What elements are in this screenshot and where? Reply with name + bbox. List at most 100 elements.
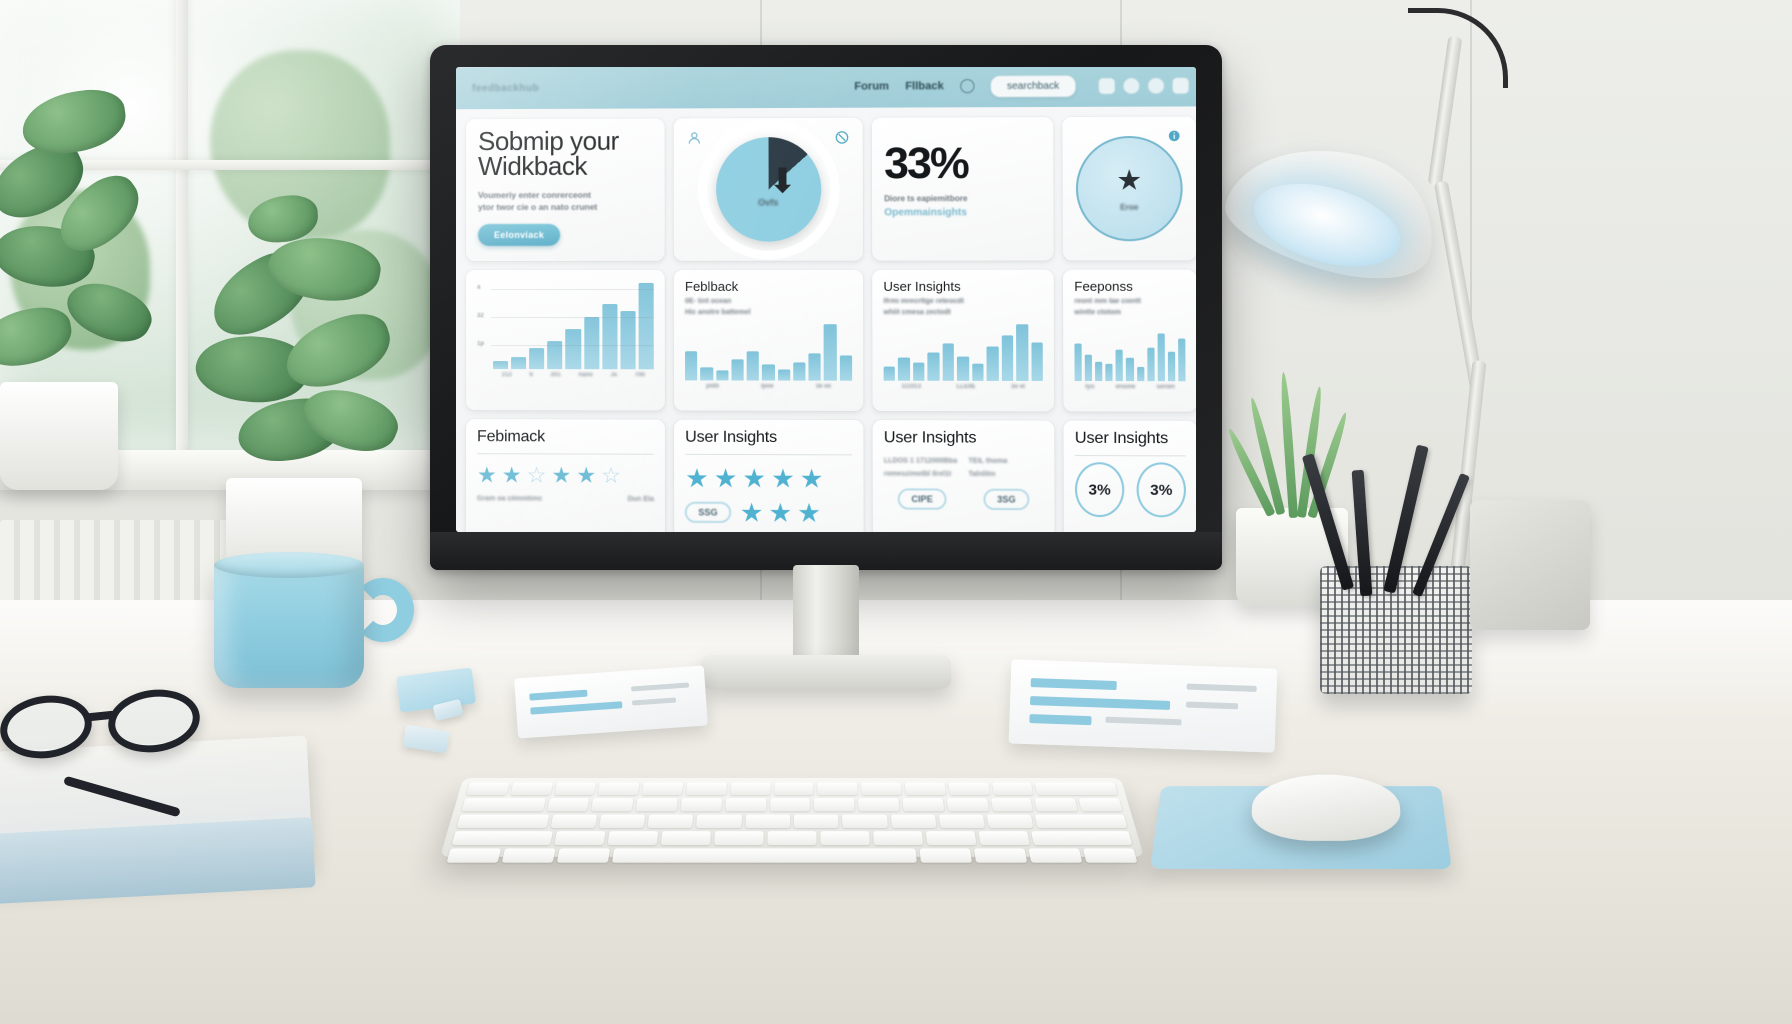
x-tick: 3o el — [1011, 383, 1026, 391]
mug-rim — [214, 552, 364, 578]
y-tick: 32 — [476, 313, 484, 320]
star-icon: ★ — [1116, 163, 1143, 196]
top-nav: Forum Fllback searchback — [854, 75, 1190, 98]
bottom-card-insights-1[interactable]: User Insights ★ ★ ★ ★ ★ SSG ★ ★ ★ — [673, 419, 864, 532]
stat-kpi-card[interactable]: 33% Diore ts eapiemitbore Opemmainsights — [871, 117, 1054, 261]
y-tick: 4 — [477, 284, 481, 291]
meta-line: romeszimotbl Ilrel1t — [883, 470, 952, 478]
paper-note-right — [1008, 659, 1278, 753]
percent-circle[interactable]: 3% — [1136, 462, 1187, 518]
profile-icon[interactable] — [1147, 76, 1165, 94]
pill-badge[interactable]: CIPE — [898, 489, 947, 510]
percent-circle-group: 3% 3% — [1074, 462, 1187, 518]
nav-link-feedback[interactable]: Fllback — [905, 80, 944, 92]
donut-chart: ⬇ Ovfs — [715, 136, 821, 242]
x-axis-3: 111013 LLEIIE 3o el — [884, 384, 1043, 390]
keyboard[interactable] — [439, 777, 1145, 863]
star-icon[interactable]: ★ — [797, 498, 821, 528]
dashboard-grid: Sobmip your Widkback Voumeriy enter conr… — [456, 106, 1196, 532]
page-title: Sobmip your Widkback — [478, 126, 653, 182]
chart-title-2: Feblback — [684, 278, 739, 294]
ring-label: Eroe — [1120, 202, 1139, 212]
pill-badge[interactable]: 3SG — [983, 489, 1029, 510]
monitor-stand-base — [701, 655, 951, 689]
x-tick: nano — [578, 372, 593, 379]
chart-subtitle-4: reont mm tae ciontt wintte ctotom — [1074, 297, 1185, 318]
card-footer: Gram oa cilmnitimc Dun Ela — [477, 495, 654, 503]
info-icon[interactable] — [1167, 129, 1181, 143]
submit-feedback-button[interactable]: Eelonviack — [478, 223, 561, 246]
star-icon[interactable]: ★ — [576, 463, 596, 488]
search-input[interactable]: searchback — [990, 75, 1076, 97]
x-tick: ensine — [1115, 384, 1136, 391]
chart-card-1[interactable]: 4 32 1p 212 ti 201 nano Js 700 — [465, 269, 665, 411]
x-tick: Js — [610, 372, 618, 379]
donut-kpi-card[interactable]: ⬇ Ovfs — [673, 117, 864, 261]
divider — [476, 453, 654, 455]
x-tick: 212 — [501, 372, 512, 379]
app-brand[interactable]: feedbackhub — [472, 82, 539, 93]
footer-right: Dun Ela — [627, 495, 654, 504]
app-topbar: feedbackhub Forum Fllback searchback — [456, 67, 1196, 110]
pill-badge[interactable]: SSG — [685, 502, 731, 523]
chart-subtitle-line: 0E- tint ocean — [684, 297, 732, 306]
dashboard-row-3: Febimack ★ ★ ☆ ★ ★ ☆ Gram oa cilmnitimc … — [465, 419, 1196, 532]
x-tick: ti — [529, 372, 534, 379]
monitor-stand-neck — [793, 565, 859, 661]
hero-body-line-1: Voumeriy enter conrerceont — [478, 189, 592, 200]
bottom-card-insights-2[interactable]: User Insights LLDOS 1 1712000Bba romeszi… — [872, 420, 1055, 532]
chart-title-3: User Insights — [883, 278, 961, 294]
settings-icon[interactable] — [1171, 76, 1190, 94]
chart-subtitle-line: reont mm tae ciontt — [1074, 297, 1141, 306]
star-icon[interactable]: ☆ — [601, 463, 621, 488]
chart-card-4[interactable]: Feeponss reont mm tae ciontt wintte ctot… — [1062, 269, 1196, 412]
star-icon[interactable]: ★ — [714, 463, 738, 493]
bottom-card-insights-3[interactable]: User Insights 3% 3% — [1063, 420, 1196, 532]
star-icon[interactable]: ★ — [771, 463, 795, 493]
refresh-icon[interactable] — [834, 130, 849, 145]
star-rating-secondary[interactable]: ★ ★ ★ — [740, 497, 821, 528]
star-rating[interactable]: ★ ★ ★ ★ ★ — [685, 463, 852, 494]
nav-link-forum[interactable]: Forum — [854, 80, 889, 92]
chart-title-4: Feeponss — [1074, 278, 1133, 294]
bell-icon[interactable] — [960, 79, 975, 94]
star-icon[interactable]: ☆ — [527, 462, 547, 487]
bar-chart-1: 4 32 1p — [476, 282, 654, 370]
star-icon[interactable]: ★ — [800, 463, 824, 493]
chart-card-3[interactable]: User Insights Ifrmi mrecrttge reteocdt w… — [872, 269, 1055, 412]
stat-value: 33% — [884, 138, 968, 189]
monitor-screen: feedbackhub Forum Fllback searchback Sob… — [456, 67, 1196, 532]
star-icon[interactable]: ★ — [502, 462, 522, 487]
footer-left: Gram oa cilmnitimc — [476, 495, 543, 503]
chart-subtitle-line: Ifrmi mrecrttge reteocdt — [883, 297, 964, 306]
keyboard-row — [451, 831, 1133, 846]
x-tick: tyu — [1085, 384, 1095, 391]
card-title: Febimack — [476, 428, 545, 446]
star-icon[interactable]: ★ — [685, 463, 709, 493]
x-tick: serien — [1156, 384, 1175, 391]
stat-caption: Diore ts eapiemitbore — [884, 194, 968, 204]
stat-link[interactable]: Opemmainsights — [884, 207, 1041, 218]
rating-ring-card[interactable]: ★ Eroe — [1062, 116, 1196, 261]
card-title: User Insights — [883, 429, 977, 447]
percent-circle[interactable]: 3% — [1074, 462, 1125, 518]
star-icon[interactable]: ★ — [477, 462, 497, 487]
chart-card-2[interactable]: Feblback 0E- tint ocean Hic anotre batte… — [673, 269, 864, 411]
star-icon[interactable]: ★ — [551, 462, 571, 487]
hero-body-line-2: ytor twor cie o an nato crunet — [478, 202, 598, 213]
star-icon[interactable]: ★ — [768, 497, 792, 527]
x-tick: 201 — [550, 372, 561, 379]
star-icon[interactable]: ★ — [742, 463, 766, 493]
topbar-actions — [1098, 76, 1190, 95]
pill-group: SSG ★ ★ ★ — [685, 497, 852, 528]
mouse[interactable] — [1250, 774, 1402, 841]
y-tick: 1p — [476, 341, 485, 348]
grid-icon[interactable] — [1098, 76, 1116, 95]
x-tick: Ipoe — [761, 383, 774, 390]
star-rating[interactable]: ★ ★ ☆ ★ ★ ☆ — [477, 462, 654, 488]
bar-chart-3 — [883, 324, 1043, 381]
star-icon[interactable]: ★ — [740, 497, 764, 527]
keyboard-row — [461, 798, 1123, 812]
notifications-icon[interactable] — [1122, 76, 1141, 95]
bottom-card-feedback[interactable]: Febimack ★ ★ ☆ ★ ★ ☆ Gram oa cilmnitimc … — [465, 419, 666, 532]
